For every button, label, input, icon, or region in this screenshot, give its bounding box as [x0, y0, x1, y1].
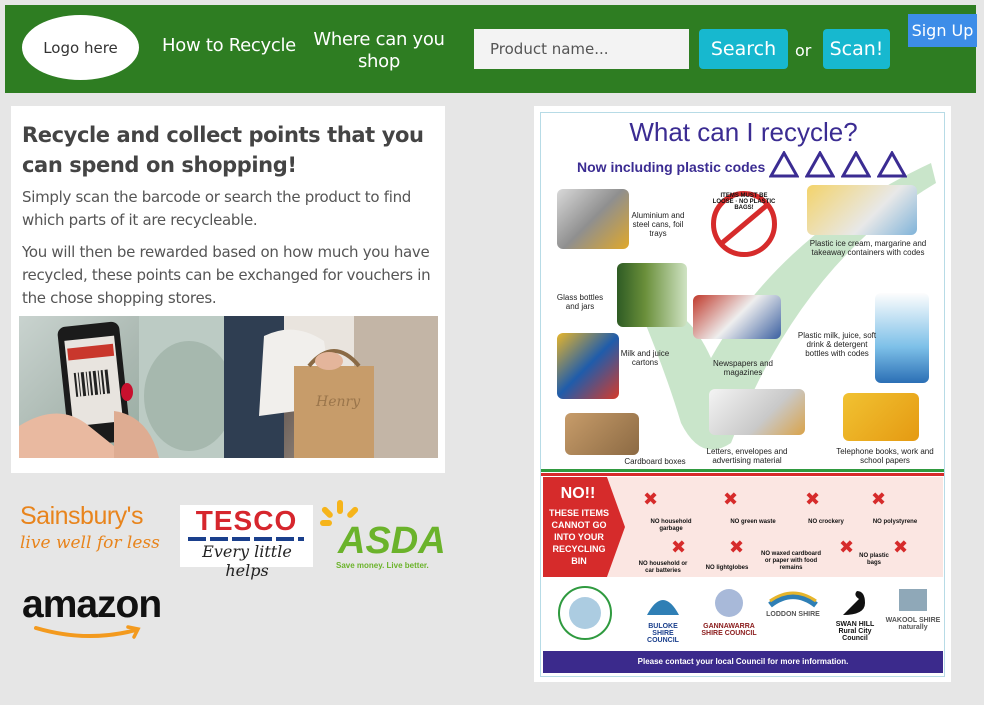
- council-gannawarra: GANNAWARRA SHIRE COUNCIL: [699, 585, 759, 637]
- phonebooks-image: [843, 393, 919, 441]
- cross-icon: ✖: [729, 537, 745, 558]
- amazon-smile-icon: [34, 625, 141, 639]
- no-crockery-label: NO crockery: [808, 519, 844, 525]
- recycling-poster-card: What can I recycle? Now including plasti…: [534, 106, 951, 682]
- svg-text:Henry: Henry: [315, 394, 361, 410]
- or-separator: or: [795, 41, 812, 60]
- cross-icon: ✖: [643, 489, 659, 510]
- search-button[interactable]: Search: [699, 29, 788, 69]
- newspapers-image: [693, 295, 781, 339]
- cross-icon: ✖: [893, 537, 909, 558]
- plastic-code-icon: [769, 151, 799, 178]
- plastic-code-icon: [805, 151, 835, 178]
- council-central-murray: [551, 585, 619, 643]
- plastic-tubs-label: Plastic ice cream, margarine and takeawa…: [809, 239, 927, 257]
- sainsburys-logo[interactable]: Sainsbury's live well for less: [20, 502, 165, 553]
- no-green-waste-label: NO green waste: [730, 519, 776, 525]
- swan-hill-name: SWAN HILL Rural City Council: [835, 621, 875, 642]
- cartons-image: [557, 333, 619, 399]
- poster-footer: Please contact your local Council for mo…: [543, 651, 943, 673]
- nav-how-to-recycle[interactable]: How to Recycle: [159, 35, 299, 57]
- buloke-icon: [647, 600, 679, 615]
- cans-label: Aluminium and steel cans, foil trays: [631, 211, 685, 238]
- poster-title: What can I recycle?: [629, 117, 858, 147]
- loddon-icon: [768, 591, 818, 608]
- buloke-name: BULOKE SHIRE COUNCIL: [647, 623, 679, 644]
- asda-name: ASDA: [338, 520, 446, 562]
- asda-tagline: Save money. Live better.: [336, 561, 429, 570]
- no-lightglobes-label: NO lightglobes: [705, 565, 749, 571]
- sainsburys-tagline: live well for less: [20, 533, 160, 553]
- swan-icon: [843, 591, 865, 615]
- cross-icon: ✖: [723, 489, 739, 510]
- council-logos-row: BULOKE SHIRE COUNCIL GANNAWARRA SHIRE CO…: [543, 579, 943, 649]
- signup-button[interactable]: Sign Up: [908, 14, 977, 47]
- no-title: NO!!: [560, 485, 596, 502]
- cardboard-label: Cardboard boxes: [624, 457, 686, 466]
- wakool-icon: [899, 589, 927, 611]
- council-wakool: WAKOOL SHIRE naturally: [885, 585, 941, 631]
- product-search-input[interactable]: [474, 29, 689, 69]
- intro-paragraph-scan: Simply scan the barcode or search the pr…: [22, 188, 411, 229]
- intro-paragraph-rewards: You will then be rewarded based on how m…: [22, 243, 431, 307]
- no-batteries-label: NO household or car batteries: [638, 561, 688, 574]
- no-plastic-bags-text: ITEMS MUST BE LOOSE · NO PLASTIC BAGS!: [712, 193, 776, 211]
- site-logo[interactable]: Logo here: [22, 15, 139, 80]
- loddon-name: LODDON SHIRE: [766, 611, 820, 618]
- newspapers-label: Newspapers and magazines: [712, 359, 774, 377]
- amazon-name: amazon: [22, 583, 162, 626]
- divider-green: [541, 469, 944, 472]
- no-bags-label: NO plastic bags: [859, 553, 889, 566]
- glass-label: Glass bottles and jars: [556, 293, 604, 311]
- gannawarra-icon: [715, 589, 743, 617]
- tesco-tagline: Every little helps: [202, 542, 292, 580]
- glass-bottles-image: [617, 263, 687, 327]
- intro-title: Recycle and collect points that you can …: [22, 123, 424, 177]
- tesco-logo[interactable]: TESCO Every little helps: [180, 505, 313, 580]
- nav-where-can-you-shop[interactable]: Where can you shop: [308, 29, 450, 73]
- tesco-name: TESCO: [195, 505, 298, 536]
- no-warning-text: THESE ITEMS CANNOT GO INTO YOUR RECYCLIN…: [548, 508, 609, 566]
- cross-icon: ✖: [839, 537, 855, 558]
- cardboard-image: [565, 413, 639, 455]
- cross-icon: ✖: [871, 489, 887, 510]
- bottles-label: Plastic milk, juice, soft drink & deterg…: [797, 331, 877, 358]
- plastic-bottles-image: [875, 293, 929, 383]
- no-waxed-label: NO waxed cardboard or paper with food re…: [760, 551, 822, 571]
- council-buloke: BULOKE SHIRE COUNCIL: [637, 585, 689, 644]
- asda-logo[interactable]: ASDA Save money. Live better.: [320, 500, 446, 572]
- gannawarra-name: GANNAWARRA SHIRE COUNCIL: [701, 623, 757, 637]
- scan-button[interactable]: Scan!: [823, 29, 890, 69]
- phone-scanning-photo: [19, 316, 224, 458]
- cross-icon: ✖: [805, 489, 821, 510]
- council-loddon: LODDON SHIRE: [763, 585, 823, 618]
- what-can-i-recycle-poster: What can I recycle? Now including plasti…: [540, 112, 945, 677]
- plastic-code-icon: [877, 151, 907, 178]
- no-polystyrene-label: NO polystyrene: [872, 519, 918, 525]
- no-arrow-panel: NO!! THESE ITEMS CANNOT GO INTO YOUR REC…: [543, 477, 625, 577]
- no-garbage-label: NO household garbage: [650, 519, 692, 532]
- plastic-code-icon: [841, 151, 871, 178]
- letters-image: [709, 389, 805, 435]
- council-swan-hill: SWAN HILL Rural City Council: [827, 585, 883, 642]
- poster-subtitle: Now including plastic codes: [577, 159, 766, 175]
- wakool-name: WAKOOL SHIRE naturally: [885, 617, 941, 631]
- not-recyclable-band: NO!! THESE ITEMS CANNOT GO INTO YOUR REC…: [543, 477, 943, 577]
- cans-image: [557, 189, 629, 249]
- intro-card: Recycle and collect points that you can …: [11, 106, 445, 473]
- phonebooks-label: Telephone books, work and school papers: [836, 447, 934, 465]
- letters-label: Letters, envelopes and advertising mater…: [706, 447, 788, 465]
- tesco-stripes: [188, 537, 304, 541]
- sainsburys-name: Sainsbury's: [20, 502, 143, 530]
- shopping-bag-photo: Henry: [224, 316, 438, 458]
- plastic-tubs-image: [807, 185, 917, 235]
- divider-red: [541, 473, 944, 476]
- cartons-label: Milk and juice cartons: [620, 349, 670, 367]
- amazon-logo[interactable]: amazon: [22, 583, 182, 643]
- top-navbar: Logo here How to Recycle Where can you s…: [5, 5, 977, 93]
- central-murray-seal-icon: [558, 586, 612, 640]
- cross-icon: ✖: [671, 537, 687, 558]
